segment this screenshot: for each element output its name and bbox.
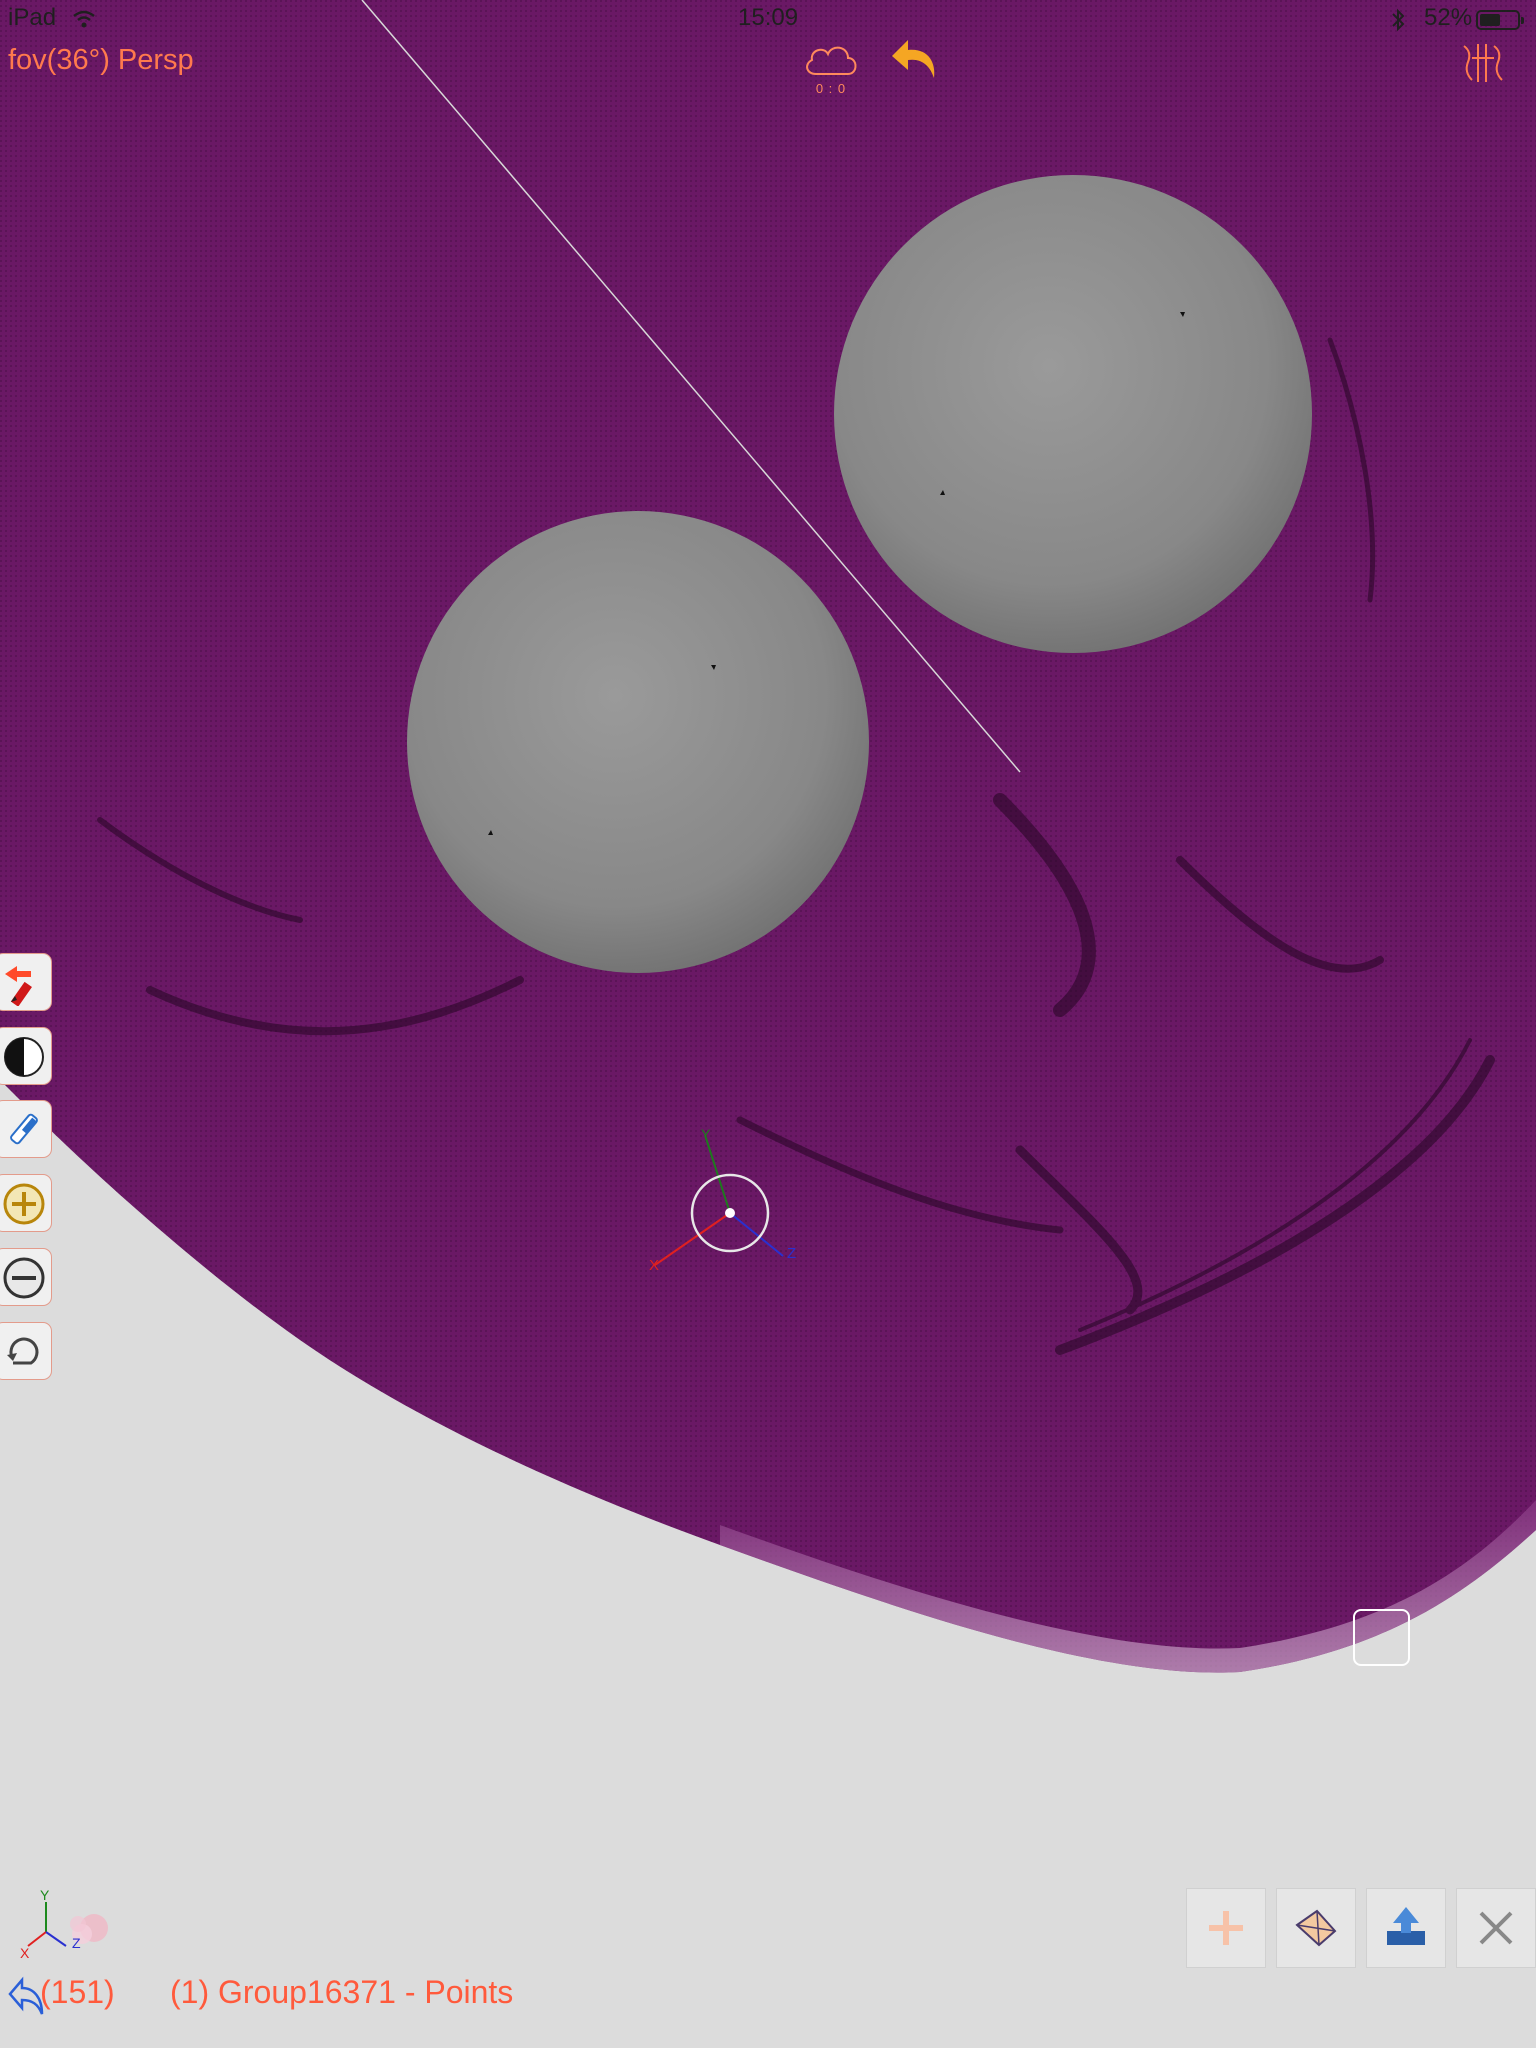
axes-z-label: Z bbox=[72, 1935, 81, 1951]
export-icon bbox=[1387, 1907, 1425, 1945]
axes-x-label: X bbox=[20, 1945, 30, 1961]
mesh-button[interactable] bbox=[1276, 1888, 1356, 1968]
axes-orientation-icon: Y X Z bbox=[20, 1888, 108, 1961]
rotate-button[interactable] bbox=[0, 1322, 52, 1380]
battery-icon bbox=[1476, 10, 1524, 30]
undo-icon[interactable] bbox=[890, 36, 940, 82]
zoom-out-icon bbox=[3, 1257, 45, 1299]
zoom-in-button[interactable] bbox=[0, 1174, 52, 1232]
shading-button[interactable] bbox=[0, 1027, 52, 1085]
axes-y-label: Y bbox=[40, 1888, 50, 1903]
close-icon bbox=[1479, 1911, 1513, 1945]
cloud-button[interactable]: 0 : 0 bbox=[800, 40, 862, 96]
status-battery-text: 52% bbox=[1424, 4, 1473, 31]
bluetooth-icon bbox=[1392, 8, 1405, 32]
close-button[interactable] bbox=[1456, 1888, 1536, 1968]
eraser-icon bbox=[10, 1113, 38, 1145]
cloud-icon bbox=[806, 46, 857, 75]
gizmo-y-label: Y bbox=[701, 1126, 711, 1142]
shading-icon bbox=[4, 1037, 44, 1077]
cloud-counter: 0 : 0 bbox=[815, 81, 847, 96]
export-button[interactable] bbox=[1366, 1888, 1446, 1968]
eraser-button[interactable] bbox=[0, 1100, 52, 1158]
add-icon bbox=[1209, 1911, 1243, 1945]
object-count: (151) bbox=[40, 1974, 115, 2010]
zoom-in-icon bbox=[3, 1183, 45, 1225]
menu-icon[interactable] bbox=[1458, 38, 1508, 88]
select-rectangle-button[interactable] bbox=[1353, 1609, 1410, 1666]
edit-mode-button[interactable] bbox=[0, 953, 52, 1011]
zoom-out-button[interactable] bbox=[0, 1248, 52, 1306]
sphere-right[interactable] bbox=[834, 175, 1312, 653]
status-device: iPad bbox=[8, 4, 57, 31]
edit-mode-icon bbox=[5, 966, 32, 1006]
mesh-icon bbox=[1295, 1909, 1337, 1947]
sphere-left[interactable] bbox=[407, 511, 869, 973]
gizmo-z-label: Z bbox=[787, 1245, 796, 1262]
status-time: 15:09 bbox=[738, 4, 799, 31]
back-icon[interactable] bbox=[8, 1972, 44, 2016]
add-button[interactable] bbox=[1186, 1888, 1266, 1968]
rotate-icon bbox=[7, 1337, 39, 1365]
gizmo-x-label: X bbox=[649, 1257, 659, 1274]
3d-viewport[interactable]: Y X Z bbox=[0, 0, 1536, 2048]
selection-info: (1) Group16371 - Points bbox=[170, 1974, 514, 2010]
view-mode-label[interactable]: fov(36°) Persp bbox=[8, 44, 194, 77]
wifi-icon bbox=[73, 10, 95, 28]
